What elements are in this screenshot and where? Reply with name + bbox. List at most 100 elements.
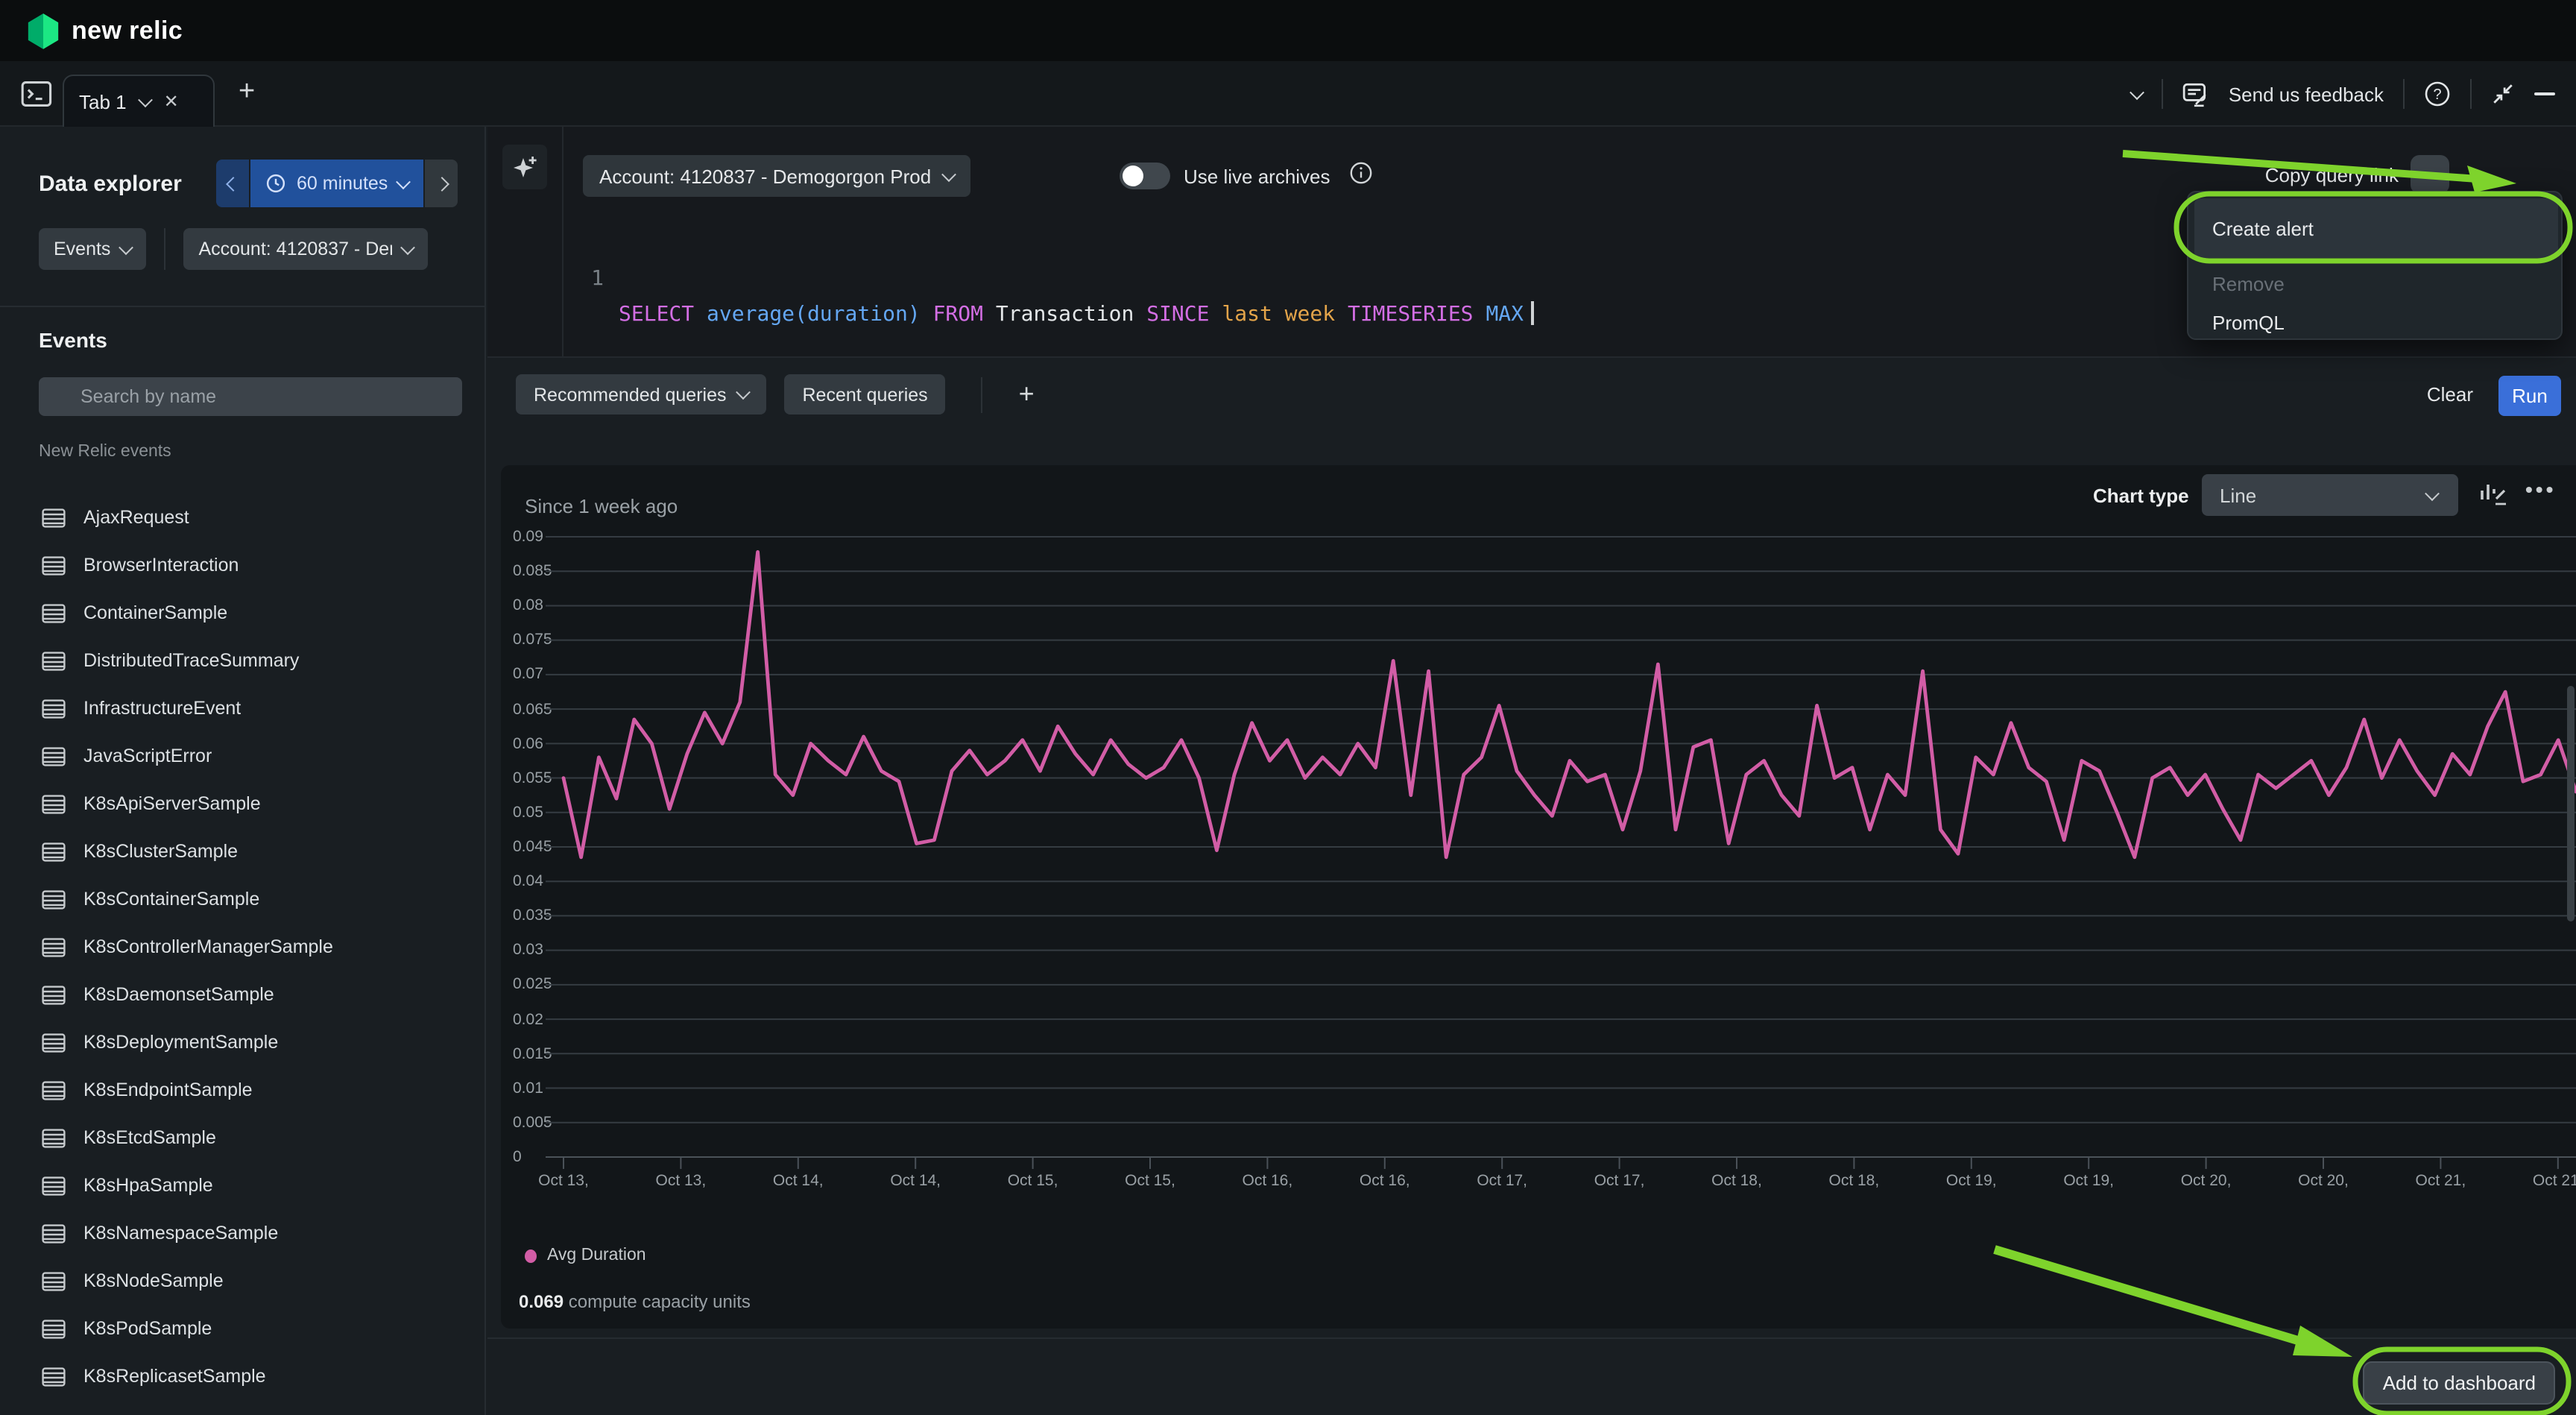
query-account-dropdown[interactable]: Account: 4120837 - Demogorgon Prod bbox=[583, 155, 970, 197]
menu-item-create-alert[interactable]: Create alert bbox=[2194, 198, 2558, 258]
chart-legend[interactable]: Avg Duration bbox=[525, 1247, 646, 1264]
sidebar-account-dropdown[interactable]: Account: 4120837 - Demogor... bbox=[183, 228, 428, 270]
chart-type-label: Chart type bbox=[2093, 485, 2189, 507]
list-item[interactable]: K8sNamespaceSample bbox=[0, 1209, 486, 1257]
y-axis-tick-label: 0.02 bbox=[513, 1010, 543, 1028]
query-more-options-button[interactable] bbox=[2411, 155, 2449, 194]
divider bbox=[2162, 79, 2163, 109]
table-icon bbox=[42, 1128, 66, 1147]
menu-item-promql[interactable]: PromQL bbox=[2194, 303, 2558, 341]
list-item[interactable]: K8sNodeSample bbox=[0, 1257, 486, 1305]
table-icon bbox=[42, 699, 66, 718]
menu-item-remove: Remove bbox=[2194, 264, 2558, 303]
line-chart[interactable] bbox=[546, 525, 2576, 1190]
list-item[interactable]: JavaScriptError bbox=[0, 732, 486, 780]
tab-1[interactable]: Tab 1 ✕ bbox=[63, 75, 215, 127]
svg-text:?: ? bbox=[2433, 86, 2441, 103]
tab-chevron-down-icon[interactable] bbox=[138, 92, 153, 107]
add-query-button[interactable]: + bbox=[1019, 379, 1035, 410]
query-token bbox=[921, 303, 933, 327]
line-number: 1 bbox=[583, 261, 604, 297]
list-item[interactable]: DistributedTraceSummary bbox=[0, 637, 486, 684]
x-axis-tick-label: Oct 15,12:00am bbox=[985, 1172, 1081, 1192]
event-name: InfrastructureEvent bbox=[83, 698, 241, 719]
list-item[interactable]: K8sApiServerSample bbox=[0, 780, 486, 828]
list-item[interactable]: K8sReplicasetSample bbox=[0, 1352, 486, 1400]
table-icon bbox=[42, 794, 66, 813]
x-axis-tick-label: Oct 20,12:00pm bbox=[2276, 1172, 2371, 1192]
recent-queries-button[interactable]: Recent queries bbox=[785, 374, 946, 415]
event-name: JavaScriptError bbox=[83, 746, 212, 766]
query-token: Transaction bbox=[996, 303, 1134, 327]
tab-close-icon[interactable]: ✕ bbox=[164, 91, 179, 112]
x-axis-tick-label: Oct 14,12:00am bbox=[751, 1172, 846, 1192]
list-item[interactable]: K8sDeploymentSample bbox=[0, 1018, 486, 1066]
time-back-button[interactable] bbox=[216, 160, 249, 207]
query-toolbar: Recommended queries Recent queries + Cle… bbox=[487, 359, 2576, 443]
y-axis-tick-label: 0.08 bbox=[513, 596, 543, 614]
event-name: K8sEtcdSample bbox=[83, 1127, 216, 1148]
query-token bbox=[1335, 303, 1348, 327]
list-item[interactable]: AjaxRequest bbox=[0, 494, 486, 541]
logo-text: new relic bbox=[72, 16, 183, 45]
query-token bbox=[1210, 303, 1222, 327]
y-axis-tick-label: 0.07 bbox=[513, 666, 543, 684]
text-cursor bbox=[1531, 301, 1533, 325]
query-token: SELECT bbox=[619, 303, 694, 327]
search-input[interactable] bbox=[39, 377, 462, 416]
clock-icon bbox=[265, 173, 286, 194]
list-item[interactable]: K8sClusterSample bbox=[0, 828, 486, 875]
chart-type-select[interactable]: Line bbox=[2202, 474, 2458, 516]
page-title: Data explorer bbox=[39, 171, 182, 197]
list-item[interactable] bbox=[0, 1400, 486, 1415]
x-axis-tick-label: Oct 16,12:00am bbox=[1219, 1172, 1315, 1192]
header-chevron-down-icon[interactable] bbox=[2130, 84, 2144, 99]
list-item[interactable]: K8sHpaSample bbox=[0, 1162, 486, 1209]
x-axis-tick-label: Oct 14,12:00pm bbox=[868, 1172, 963, 1192]
events-list: AjaxRequestBrowserInteraction ContainerSa… bbox=[0, 494, 486, 1415]
list-item[interactable]: K8sControllerManagerSample bbox=[0, 923, 486, 971]
list-item[interactable]: K8sEtcdSample bbox=[0, 1114, 486, 1162]
console-panel-icon[interactable] bbox=[21, 79, 54, 109]
time-range-dropdown[interactable]: 60 minutes bbox=[250, 160, 423, 207]
run-button[interactable]: Run bbox=[2498, 376, 2561, 416]
new-tab-button[interactable]: + bbox=[239, 76, 255, 109]
list-item[interactable]: BrowserInteraction bbox=[0, 541, 486, 589]
x-axis-tick-label: Oct 17,12:00am bbox=[1454, 1172, 1550, 1192]
copy-query-link-button[interactable]: Copy query link bbox=[2265, 164, 2399, 186]
chart-more-options-icon[interactable]: ••• bbox=[2525, 477, 2556, 501]
time-forward-button[interactable] bbox=[425, 160, 458, 207]
event-name: K8sDeploymentSample bbox=[83, 1032, 278, 1053]
minimize-icon[interactable] bbox=[2534, 92, 2555, 95]
table-icon bbox=[42, 889, 66, 909]
event-name: K8sClusterSample bbox=[83, 841, 238, 862]
collapse-window-icon[interactable] bbox=[2491, 82, 2515, 106]
list-item[interactable]: K8sContainerSample bbox=[0, 875, 486, 923]
event-name: DistributedTraceSummary bbox=[83, 650, 299, 671]
event-name: ContainerSample bbox=[83, 602, 227, 623]
feedback-icon[interactable] bbox=[2182, 81, 2209, 107]
event-name: K8sNodeSample bbox=[83, 1270, 224, 1291]
list-item[interactable]: K8sDaemonsetSample bbox=[0, 971, 486, 1018]
ai-sparkle-icon[interactable] bbox=[502, 145, 547, 189]
send-feedback-button[interactable]: Send us feedback bbox=[2229, 83, 2384, 105]
x-axis-tick-label: Oct 16,12:00pm bbox=[1337, 1172, 1433, 1192]
help-icon[interactable]: ? bbox=[2424, 81, 2451, 107]
edit-chart-icon[interactable] bbox=[2478, 479, 2507, 513]
info-icon[interactable] bbox=[1349, 161, 1373, 189]
y-axis-tick-label: 0.01 bbox=[513, 1080, 543, 1097]
recommended-queries-dropdown[interactable]: Recommended queries bbox=[516, 374, 767, 415]
x-axis-tick-label: Oct 19,12:00am bbox=[1924, 1172, 2019, 1192]
time-picker: 60 minutes bbox=[216, 160, 458, 207]
scope-dropdown[interactable]: Events bbox=[39, 228, 146, 270]
add-to-dashboard-button[interactable]: Add to dashboard bbox=[2364, 1361, 2555, 1405]
list-item[interactable]: InfrastructureEvent bbox=[0, 684, 486, 732]
list-item[interactable]: K8sPodSample bbox=[0, 1305, 486, 1352]
scrollbar-thumb[interactable] bbox=[2567, 686, 2575, 921]
event-name: K8sEndpointSample bbox=[83, 1080, 253, 1100]
list-item[interactable]: K8sEndpointSample bbox=[0, 1066, 486, 1114]
live-archives-toggle[interactable] bbox=[1120, 163, 1170, 189]
top-bar: new relic bbox=[0, 0, 2576, 61]
clear-button[interactable]: Clear bbox=[2427, 383, 2473, 406]
list-item[interactable]: ContainerSample bbox=[0, 589, 486, 637]
